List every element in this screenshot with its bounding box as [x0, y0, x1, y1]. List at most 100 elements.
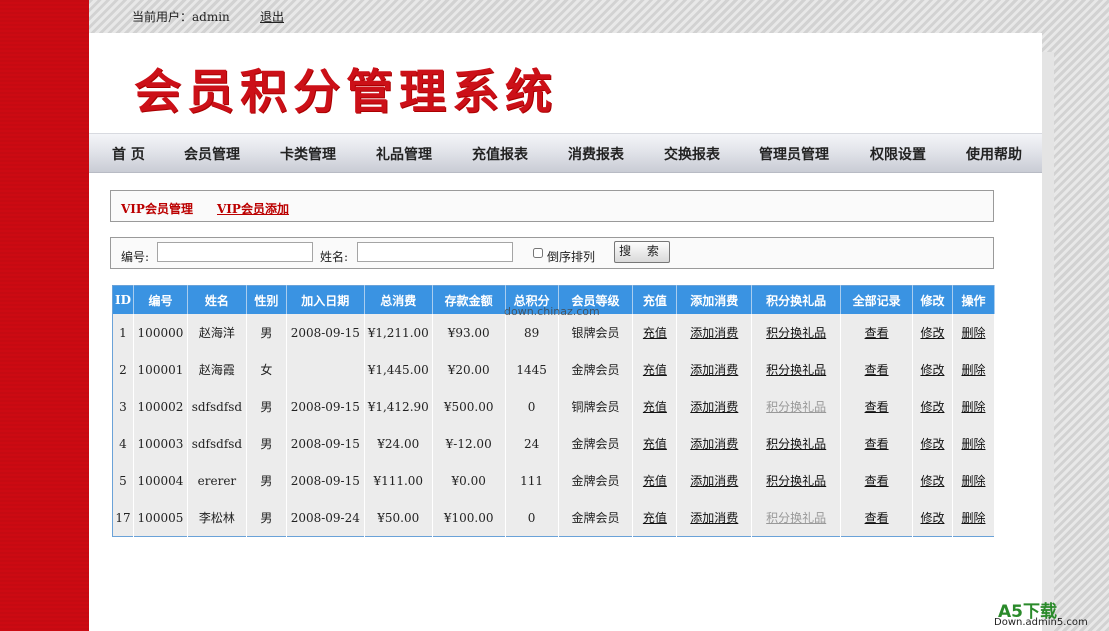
view-records-link[interactable]: 查看	[865, 400, 889, 414]
watermark-text: down.chinaz.com	[504, 305, 600, 318]
recharge-link[interactable]: 充值	[643, 326, 667, 340]
add-consumption-link[interactable]: 添加消费	[690, 400, 738, 414]
column-header: 操作	[952, 285, 996, 314]
table-cell: 89	[505, 314, 559, 351]
action-cell: 修改	[912, 314, 953, 351]
action-cell: 积分换礼品	[751, 462, 842, 499]
action-cell: 添加消费	[676, 425, 753, 462]
table-cell: sdfsdfsd	[187, 425, 247, 462]
view-records-link[interactable]: 查看	[865, 474, 889, 488]
name-search-input[interactable]	[357, 242, 513, 262]
reverse-order-checkbox[interactable]	[533, 248, 543, 258]
table-cell: 17	[112, 499, 134, 537]
table-row: 3 100002 sdfsdfsd 男 2008-09-15 ¥1,412.90 ¥500.…	[112, 388, 996, 425]
nav-item-permissions[interactable]: 权限设置	[870, 144, 926, 164]
view-records-link[interactable]: 查看	[865, 363, 889, 377]
delete-link[interactable]: 删除	[961, 363, 985, 377]
id-search-input[interactable]	[157, 242, 313, 262]
search-button[interactable]: 搜 索	[614, 241, 670, 263]
recharge-link[interactable]: 充值	[643, 437, 667, 451]
table-cell: 男	[246, 425, 287, 462]
action-cell: 充值	[632, 351, 678, 388]
nav-item-card-types[interactable]: 卡类管理	[280, 144, 336, 164]
table-cell: 2008-09-15	[286, 388, 365, 425]
column-header: 修改	[912, 285, 953, 314]
nav-item-admin-management[interactable]: 管理员管理	[759, 144, 829, 164]
add-consumption-link[interactable]: 添加消费	[690, 326, 738, 340]
edit-link[interactable]: 修改	[920, 400, 944, 414]
edit-link[interactable]: 修改	[920, 474, 944, 488]
nav-item-recharge-report[interactable]: 充值报表	[472, 144, 528, 164]
add-consumption-link[interactable]: 添加消费	[690, 363, 738, 377]
table-cell: 男	[246, 462, 287, 499]
view-records-link[interactable]: 查看	[865, 511, 889, 525]
recharge-link[interactable]: 充值	[643, 474, 667, 488]
search-panel: 编号: 姓名: 倒序排列 搜 索	[110, 237, 994, 269]
action-cell: 查看	[840, 388, 914, 425]
column-header: 积分换礼品	[751, 285, 842, 314]
redeem-gift-link[interactable]: 积分换礼品	[766, 326, 826, 340]
add-consumption-link[interactable]: 添加消费	[690, 511, 738, 525]
table-cell: 100001	[133, 351, 188, 388]
nav-item-gifts[interactable]: 礼品管理	[376, 144, 432, 164]
table-cell: ¥24.00	[364, 425, 433, 462]
page-shadow	[1042, 52, 1054, 631]
table-row: 2 100001 赵海霞女 ¥1,445.00 ¥20.00 1445 金牌会员 充值 添加消费…	[112, 351, 996, 388]
add-consumption-link[interactable]: 添加消费	[690, 437, 738, 451]
edit-link[interactable]: 修改	[920, 326, 944, 340]
tab-vip-add[interactable]: VIP会员添加	[217, 200, 289, 217]
delete-link[interactable]: 删除	[961, 326, 985, 340]
nav-item-home[interactable]: 首 页	[112, 144, 145, 164]
column-header: 总消费	[364, 285, 433, 314]
action-cell: 充值	[632, 499, 678, 537]
action-cell: 修改	[912, 425, 953, 462]
table-row: 5 100004 ererer 男 2008-09-15 ¥111.00 ¥0.00 111 金…	[112, 462, 996, 499]
edit-link[interactable]: 修改	[920, 363, 944, 377]
user-info-bar: 当前用户：admin 退出	[132, 8, 284, 25]
recharge-link[interactable]: 充值	[643, 400, 667, 414]
table-cell: ¥111.00	[364, 462, 433, 499]
delete-link[interactable]: 删除	[961, 400, 985, 414]
delete-link[interactable]: 删除	[961, 474, 985, 488]
table-row: 17 100005 李松林男 2008-09-24 ¥50.00 ¥100.00 0 金牌会员…	[112, 499, 996, 537]
logout-link[interactable]: 退出	[260, 8, 284, 25]
table-cell: 李松林	[187, 499, 247, 537]
add-consumption-link[interactable]: 添加消费	[690, 474, 738, 488]
action-cell: 删除	[952, 314, 996, 351]
edit-link[interactable]: 修改	[920, 511, 944, 525]
nav-item-members[interactable]: 会员管理	[184, 144, 240, 164]
column-header: 编号	[133, 285, 188, 314]
view-records-link[interactable]: 查看	[865, 437, 889, 451]
delete-link[interactable]: 删除	[961, 511, 985, 525]
action-cell: 添加消费	[676, 462, 753, 499]
column-header: ID	[112, 285, 134, 314]
action-cell: 查看	[840, 314, 914, 351]
recharge-link[interactable]: 充值	[643, 511, 667, 525]
table-cell: ¥20.00	[432, 351, 506, 388]
table-cell: 2008-09-15	[286, 314, 365, 351]
action-cell: 删除	[952, 351, 996, 388]
table-cell: 0	[505, 499, 559, 537]
column-header: 充值	[632, 285, 678, 314]
redeem-gift-link[interactable]: 积分换礼品	[766, 363, 826, 377]
recharge-link[interactable]: 充值	[643, 363, 667, 377]
redeem-gift-link: 积分换礼品	[766, 400, 827, 414]
nav-item-exchange-report[interactable]: 交换报表	[664, 144, 720, 164]
action-cell: 查看	[840, 351, 914, 388]
redeem-gift-link[interactable]: 积分换礼品	[766, 437, 826, 451]
table-cell: 100003	[133, 425, 188, 462]
nav-item-help[interactable]: 使用帮助	[966, 144, 1022, 164]
table-cell: 100004	[133, 462, 188, 499]
action-cell: 删除	[952, 462, 996, 499]
redeem-gift-link[interactable]: 积分换礼品	[766, 474, 826, 488]
action-cell: 删除	[952, 388, 996, 425]
edit-link[interactable]: 修改	[920, 437, 944, 451]
nav-item-consumption-report[interactable]: 消费报表	[568, 144, 624, 164]
table-cell: 1	[112, 314, 134, 351]
table-cell: 5	[112, 462, 134, 499]
view-records-link[interactable]: 查看	[865, 326, 889, 340]
main-panel: 会员积分管理系统 首 页 会员管理 卡类管理 礼品管理 充值报表 消费报表 交换…	[89, 33, 1042, 631]
tab-vip-management[interactable]: VIP会员管理	[121, 200, 193, 217]
reverse-order-label: 倒序排列	[547, 250, 596, 264]
delete-link[interactable]: 删除	[961, 437, 985, 451]
